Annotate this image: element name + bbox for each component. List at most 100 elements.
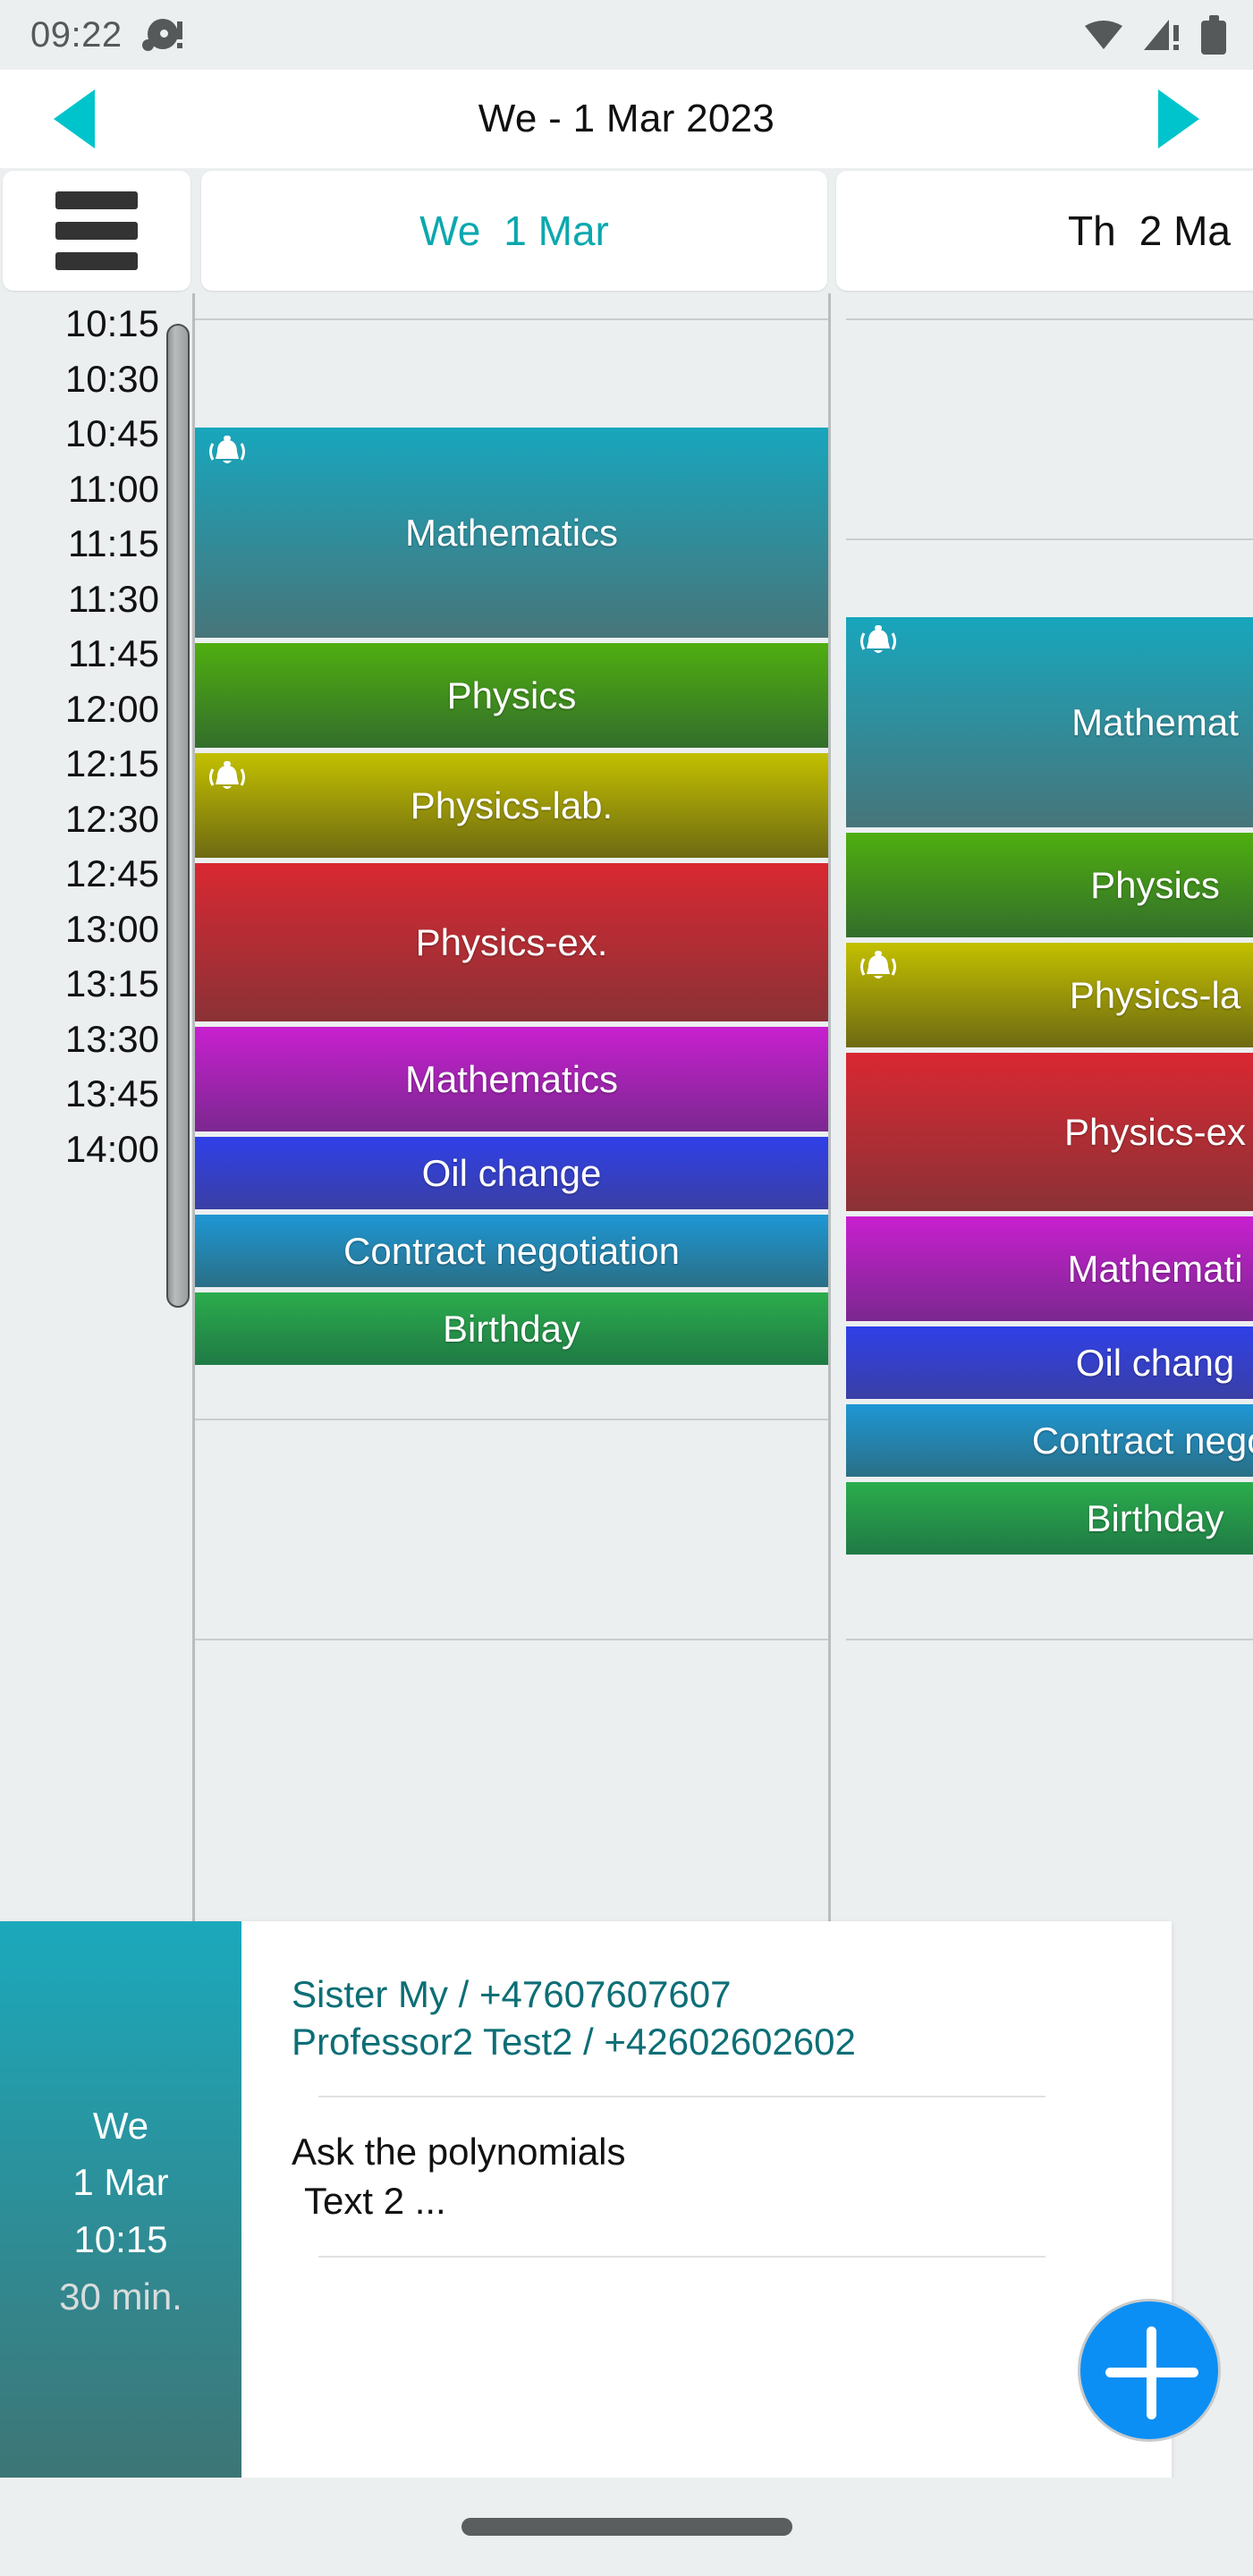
- notification-icon: [140, 14, 182, 55]
- calendar-event[interactable]: Birthday: [846, 1482, 1253, 1557]
- event-title: Mathematics: [404, 511, 619, 554]
- day-header-tab-1[interactable]: We 1 Mar: [201, 171, 827, 291]
- calendar-event[interactable]: Mathemat: [846, 617, 1253, 830]
- event-title: Contract negot: [1031, 1419, 1253, 1462]
- alarm-bell-icon: [209, 436, 245, 463]
- calendar-event[interactable]: Physics: [846, 833, 1253, 940]
- wifi-icon: [1085, 21, 1122, 49]
- alarm-bell-icon: [860, 951, 896, 979]
- hour-gridline: [195, 1419, 828, 1420]
- time-axis-label: 11:00: [68, 467, 159, 510]
- event-title: Oil chang: [1075, 1341, 1235, 1384]
- event-title: Oil change: [421, 1151, 602, 1194]
- day-header-tab-2[interactable]: Th 2 Ma: [836, 171, 1253, 291]
- alarm-bell-icon: [860, 625, 896, 653]
- contact-line[interactable]: Sister My / +47607607607: [292, 1971, 1118, 2019]
- detail-divider: [318, 2256, 1046, 2258]
- previous-day-button[interactable]: [54, 89, 95, 148]
- page-title: We - 1 Mar 2023: [478, 97, 775, 140]
- calendar-grid: 10:15 10:30 10:45 11:00 11:15 11:30 11:45 12:00…: [0, 293, 1253, 1921]
- event-title: Mathemati: [1067, 1247, 1243, 1290]
- calendar-event[interactable]: Oil chang: [846, 1326, 1253, 1402]
- time-axis-label: 12:15: [64, 742, 159, 784]
- event-title: Physics-la: [1069, 973, 1241, 1016]
- detail-time: 10:15: [73, 2218, 168, 2260]
- event-title: Mathematics: [404, 1057, 619, 1100]
- day-column-we-1-mar[interactable]: Mathematics Physics Physics-lab. Physics-ex…: [195, 293, 828, 1921]
- time-axis-label: 10:30: [64, 357, 159, 400]
- event-detail-body: Sister My / +47607607607 Professor2 Test…: [241, 1921, 1172, 2501]
- event-title: Mathemat: [1071, 700, 1239, 743]
- time-axis-label: 12:30: [64, 797, 159, 840]
- note-line: Ask the polynomials: [292, 2131, 626, 2173]
- time-axis-label: 10:15: [64, 302, 159, 344]
- day-header-dow: We: [419, 208, 481, 254]
- app-toolbar: We - 1 Mar 2023: [0, 70, 1253, 168]
- event-title: Physics: [446, 674, 577, 716]
- day-header-bar: We 1 Mar Th 2 Ma: [0, 168, 1253, 293]
- calendar-event[interactable]: Birthday: [195, 1292, 828, 1368]
- time-axis-label: 12:45: [64, 852, 159, 894]
- time-axis-label: 11:45: [68, 632, 159, 674]
- event-title: Contract negotiation: [343, 1229, 680, 1272]
- calendar-app: 09:22 We - 1 Mar 2023 We 1 Mar Th 2 Ma 1…: [0, 0, 1253, 2576]
- battery-icon: [1201, 15, 1226, 55]
- status-bar: 09:22: [0, 0, 1253, 70]
- day-header-dow: Th: [1068, 208, 1116, 254]
- time-axis-label: 13:30: [64, 1017, 159, 1060]
- calendar-event[interactable]: Mathemati: [846, 1216, 1253, 1324]
- time-axis-label: 12:00: [64, 687, 159, 730]
- calendar-event[interactable]: Mathematics: [195, 1027, 828, 1134]
- calendar-event[interactable]: Physics-la: [846, 943, 1253, 1050]
- time-axis-label: 14:00: [64, 1127, 159, 1170]
- calendar-event[interactable]: Physics-lab.: [195, 753, 828, 860]
- time-axis-label: 11:15: [68, 522, 159, 564]
- event-title: Physics: [1090, 863, 1220, 906]
- hamburger-icon: [55, 191, 138, 270]
- event-title: Birthday: [442, 1307, 581, 1350]
- alarm-bell-icon: [209, 761, 245, 789]
- column-divider: [828, 293, 831, 1921]
- event-title: Birthday: [1086, 1496, 1224, 1539]
- status-bar-clock: 09:22: [30, 14, 123, 55]
- calendar-event[interactable]: Physics: [195, 643, 828, 750]
- time-axis-label: 13:00: [64, 907, 159, 950]
- hour-gridline: [846, 538, 1253, 540]
- day-column-th-2-mar[interactable]: Mathemat Physics Physics-la Physics-ex Mathe…: [846, 293, 1253, 1921]
- event-detail-card[interactable]: We 1 Mar 10:15 30 min. Sister My / +4760…: [0, 1921, 1172, 2501]
- event-title: Physics-lab.: [410, 784, 614, 826]
- detail-duration: 30 min.: [59, 2275, 182, 2318]
- detail-dow: We: [92, 2104, 149, 2147]
- time-axis-label: 13:15: [64, 962, 159, 1004]
- time-axis-label: 10:45: [64, 412, 159, 454]
- system-navigation-bar: [0, 2478, 1253, 2576]
- home-gesture-pill[interactable]: [461, 2518, 792, 2536]
- event-title: Physics-ex: [1063, 1110, 1247, 1153]
- menu-button[interactable]: [3, 171, 190, 291]
- calendar-event[interactable]: Physics-ex: [846, 1053, 1253, 1214]
- hour-gridline: [846, 1639, 1253, 1640]
- hour-gridline: [195, 318, 828, 320]
- next-day-button[interactable]: [1158, 89, 1199, 148]
- day-header-date: 1 Mar: [504, 208, 609, 254]
- detail-divider: [318, 2096, 1046, 2097]
- time-axis-label: 13:45: [64, 1072, 159, 1114]
- calendar-event[interactable]: Oil change: [195, 1137, 828, 1212]
- event-title: Physics-ex.: [415, 920, 608, 963]
- calendar-event[interactable]: Physics-ex.: [195, 863, 828, 1024]
- day-header-date: 2 Ma: [1139, 208, 1231, 254]
- hour-gridline: [195, 1639, 828, 1640]
- cellular-signal-icon: [1144, 20, 1179, 50]
- add-event-fab[interactable]: [1078, 2299, 1221, 2442]
- time-axis-label: 11:30: [68, 577, 159, 620]
- calendar-event[interactable]: Contract negotiation: [195, 1215, 828, 1290]
- scrollbar-thumb[interactable]: [166, 324, 190, 1308]
- time-axis-column: 10:15 10:30 10:45 11:00 11:15 11:30 11:45 12:00…: [0, 293, 190, 1921]
- detail-date: 1 Mar: [72, 2161, 169, 2204]
- calendar-event[interactable]: Mathematics: [195, 428, 828, 640]
- plus-icon: [1147, 2326, 1156, 2419]
- calendar-event[interactable]: Contract negot: [846, 1404, 1253, 1479]
- vertical-scrollbar[interactable]: [166, 324, 190, 1308]
- contact-line[interactable]: Professor2 Test2 / +42602602602: [292, 2019, 1118, 2066]
- note-line: Text 2 ...: [304, 2179, 446, 2222]
